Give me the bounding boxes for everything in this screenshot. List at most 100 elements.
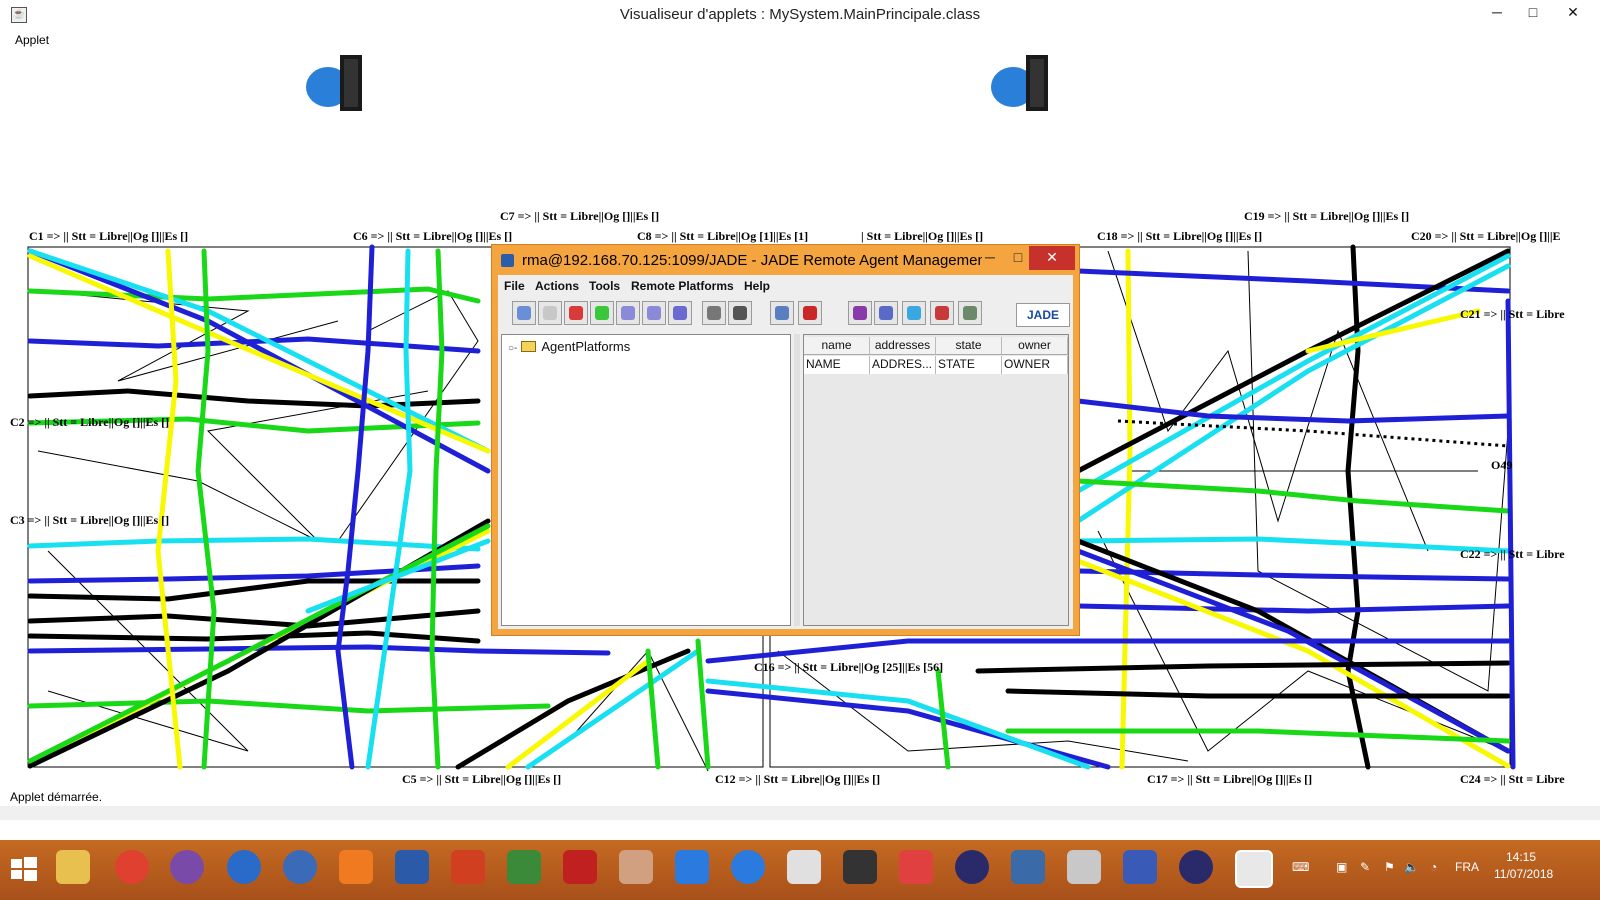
- road-label-c5: C5 => || Stt = Libre||Og []||Es []: [402, 772, 562, 786]
- keyboard-icon[interactable]: ⌨: [1292, 860, 1309, 874]
- eclipse-icon[interactable]: [1179, 850, 1213, 884]
- fpc-icon[interactable]: [1123, 850, 1157, 884]
- migrate-agent-icon[interactable]: [616, 301, 640, 325]
- jade-menu-remote-platforms[interactable]: Remote Platforms: [631, 279, 734, 293]
- viber-icon[interactable]: [170, 850, 204, 884]
- column-header-owner[interactable]: owner: [1002, 337, 1068, 355]
- introspector-agent-icon[interactable]: [930, 301, 954, 325]
- eclipse-icon[interactable]: [955, 850, 989, 884]
- network-icon[interactable]: ▣: [1336, 860, 1347, 874]
- tree-node-agent-platforms[interactable]: ○- AgentPlatforms: [508, 339, 630, 354]
- freeze-agent-icon[interactable]: [728, 301, 752, 325]
- jade-titlebar[interactable]: rma@192.168.70.125:1099/JADE - JADE Remo…: [492, 245, 1079, 275]
- jade-minimize-button[interactable]: ─: [975, 246, 1005, 270]
- jade-menu-actions[interactable]: Actions: [535, 279, 579, 293]
- dummy-agent-icon[interactable]: [874, 301, 898, 325]
- foxit-pdf-icon[interactable]: [339, 850, 373, 884]
- tree-expand-icon[interactable]: ○-: [508, 343, 517, 354]
- chart-app-icon[interactable]: [507, 850, 541, 884]
- argouml-icon[interactable]: [787, 850, 821, 884]
- drawing-app-icon[interactable]: [899, 850, 933, 884]
- road-label-c20: C20 => || Stt = Libre||Og []||E: [1411, 229, 1561, 243]
- virtualbox-icon[interactable]: [1011, 850, 1045, 884]
- wifi-icon[interactable]: ◔: [1430, 860, 1437, 874]
- df-gui-icon[interactable]: [958, 301, 982, 325]
- suspend-agent-icon[interactable]: [564, 301, 588, 325]
- road-label-c8b: | Stt = Libre||Og []||Es []: [861, 229, 984, 243]
- send-message-icon[interactable]: [770, 301, 794, 325]
- inkscape-icon[interactable]: [843, 850, 877, 884]
- save-agent-icon[interactable]: [668, 301, 692, 325]
- cell-owner: OWNER: [1002, 356, 1068, 374]
- clone-agent-icon[interactable]: [642, 301, 666, 325]
- jade-close-button[interactable]: ✕: [1029, 246, 1075, 270]
- minimize-button[interactable]: ─: [1480, 0, 1514, 26]
- road-label-c21: C21 => || Stt = Libre: [1460, 307, 1565, 321]
- word-icon[interactable]: [395, 850, 429, 884]
- log-manager-icon[interactable]: [902, 301, 926, 325]
- jade-app-icon: [501, 254, 514, 267]
- kill-agent-icon[interactable]: [538, 301, 562, 325]
- cell-state: STATE: [936, 356, 1002, 374]
- clock-time[interactable]: 14:15: [1506, 850, 1536, 864]
- shutdown-platform-icon[interactable]: [798, 301, 822, 325]
- cell-name: NAME: [804, 356, 870, 374]
- jade-menu-tools[interactable]: Tools: [589, 279, 620, 293]
- road-label-c8: C8 => || Stt = Libre||Og [1]||Es [1]: [637, 229, 809, 243]
- mendeley-icon[interactable]: [563, 850, 597, 884]
- road-label-c22: C22 => || Stt = Libre: [1460, 547, 1565, 561]
- flag-icon[interactable]: ⚑: [1384, 860, 1395, 874]
- teamviewer-icon[interactable]: [731, 850, 765, 884]
- column-header-state[interactable]: state: [936, 337, 1002, 355]
- server-globe-icon: [991, 55, 1048, 111]
- java-applet-icon[interactable]: [1235, 850, 1273, 888]
- maximize-button[interactable]: □: [1516, 0, 1550, 26]
- jade-menubar: File Actions Tools Remote Platforms Help: [498, 275, 1073, 297]
- agent-tree-panel[interactable]: ○- AgentPlatforms: [501, 334, 791, 626]
- window-title: Visualiseur d'applets : MySystem.MainPri…: [619, 6, 981, 23]
- powerpoint-icon[interactable]: [451, 850, 485, 884]
- language-indicator[interactable]: FRA: [1455, 860, 1479, 874]
- taskbar: ⌨ ▣ ✎ ⚑ 🔈 ◔ FRA 14:15 11/07/2018: [0, 840, 1600, 900]
- sniffer-agent-icon[interactable]: [848, 301, 872, 325]
- start-button[interactable]: [10, 856, 38, 882]
- jade-menu-file[interactable]: File: [504, 279, 525, 293]
- file-explorer-icon[interactable]: [56, 850, 90, 884]
- texmaker-icon[interactable]: [283, 850, 317, 884]
- table-row[interactable]: NAME ADDRES... STATE OWNER: [804, 356, 1068, 374]
- jade-logo: JADE: [1016, 303, 1070, 327]
- obstacle-label-o49: O49: [1491, 458, 1513, 472]
- jade-client-area: File Actions Tools Remote Platforms Help…: [498, 275, 1073, 629]
- jade-menu-help[interactable]: Help: [744, 279, 770, 293]
- volume-icon[interactable]: 🔈: [1404, 860, 1419, 874]
- road-label-c3: C3 => || Stt = Libre||Og []||Es []: [10, 513, 170, 527]
- paint-icon[interactable]: [619, 850, 653, 884]
- clock-date[interactable]: 11/07/2018: [1494, 867, 1553, 881]
- chrome-icon[interactable]: [115, 850, 149, 884]
- window-bottom-edge: [0, 806, 1600, 820]
- road-label-c19: C19 => || Stt = Libre||Og []||Es []: [1244, 209, 1410, 223]
- resume-agent-icon[interactable]: [590, 301, 614, 325]
- jade-window-title: rma@192.168.70.125:1099/JADE - JADE Remo…: [522, 252, 982, 269]
- road-label-c18: C18 => || Stt = Libre||Og []||Es []: [1097, 229, 1263, 243]
- kmplayer-icon[interactable]: [227, 850, 261, 884]
- windows-logo-icon: [11, 857, 37, 881]
- road-label-c1: C1 => || Stt = Libre||Og []||Es []: [29, 229, 189, 243]
- jade-rma-window[interactable]: rma@192.168.70.125:1099/JADE - JADE Remo…: [491, 244, 1080, 636]
- jade-toolbar: JADE: [498, 297, 1073, 331]
- menu-applet[interactable]: Applet: [15, 33, 49, 47]
- new-agent-icon[interactable]: [512, 301, 536, 325]
- server-globe-icon: [306, 55, 362, 111]
- road-label-c16: C16 => || Stt = Libre||Og [25]||Es [56]: [754, 660, 944, 674]
- close-button[interactable]: ✕: [1556, 0, 1590, 26]
- tools-icon[interactable]: ✎: [1360, 860, 1370, 874]
- column-header-name[interactable]: name: [804, 337, 870, 355]
- dropbox-icon[interactable]: [675, 850, 709, 884]
- column-header-addresses[interactable]: addresses: [870, 337, 936, 355]
- load-agent-icon[interactable]: [702, 301, 726, 325]
- folder-icon: [521, 341, 537, 352]
- calculator-icon[interactable]: [1067, 850, 1101, 884]
- road-label-c12: C12 => || Stt = Libre||Og []||Es []: [715, 772, 881, 786]
- pane-splitter[interactable]: [794, 334, 800, 626]
- cell-addresses: ADDRES...: [870, 356, 936, 374]
